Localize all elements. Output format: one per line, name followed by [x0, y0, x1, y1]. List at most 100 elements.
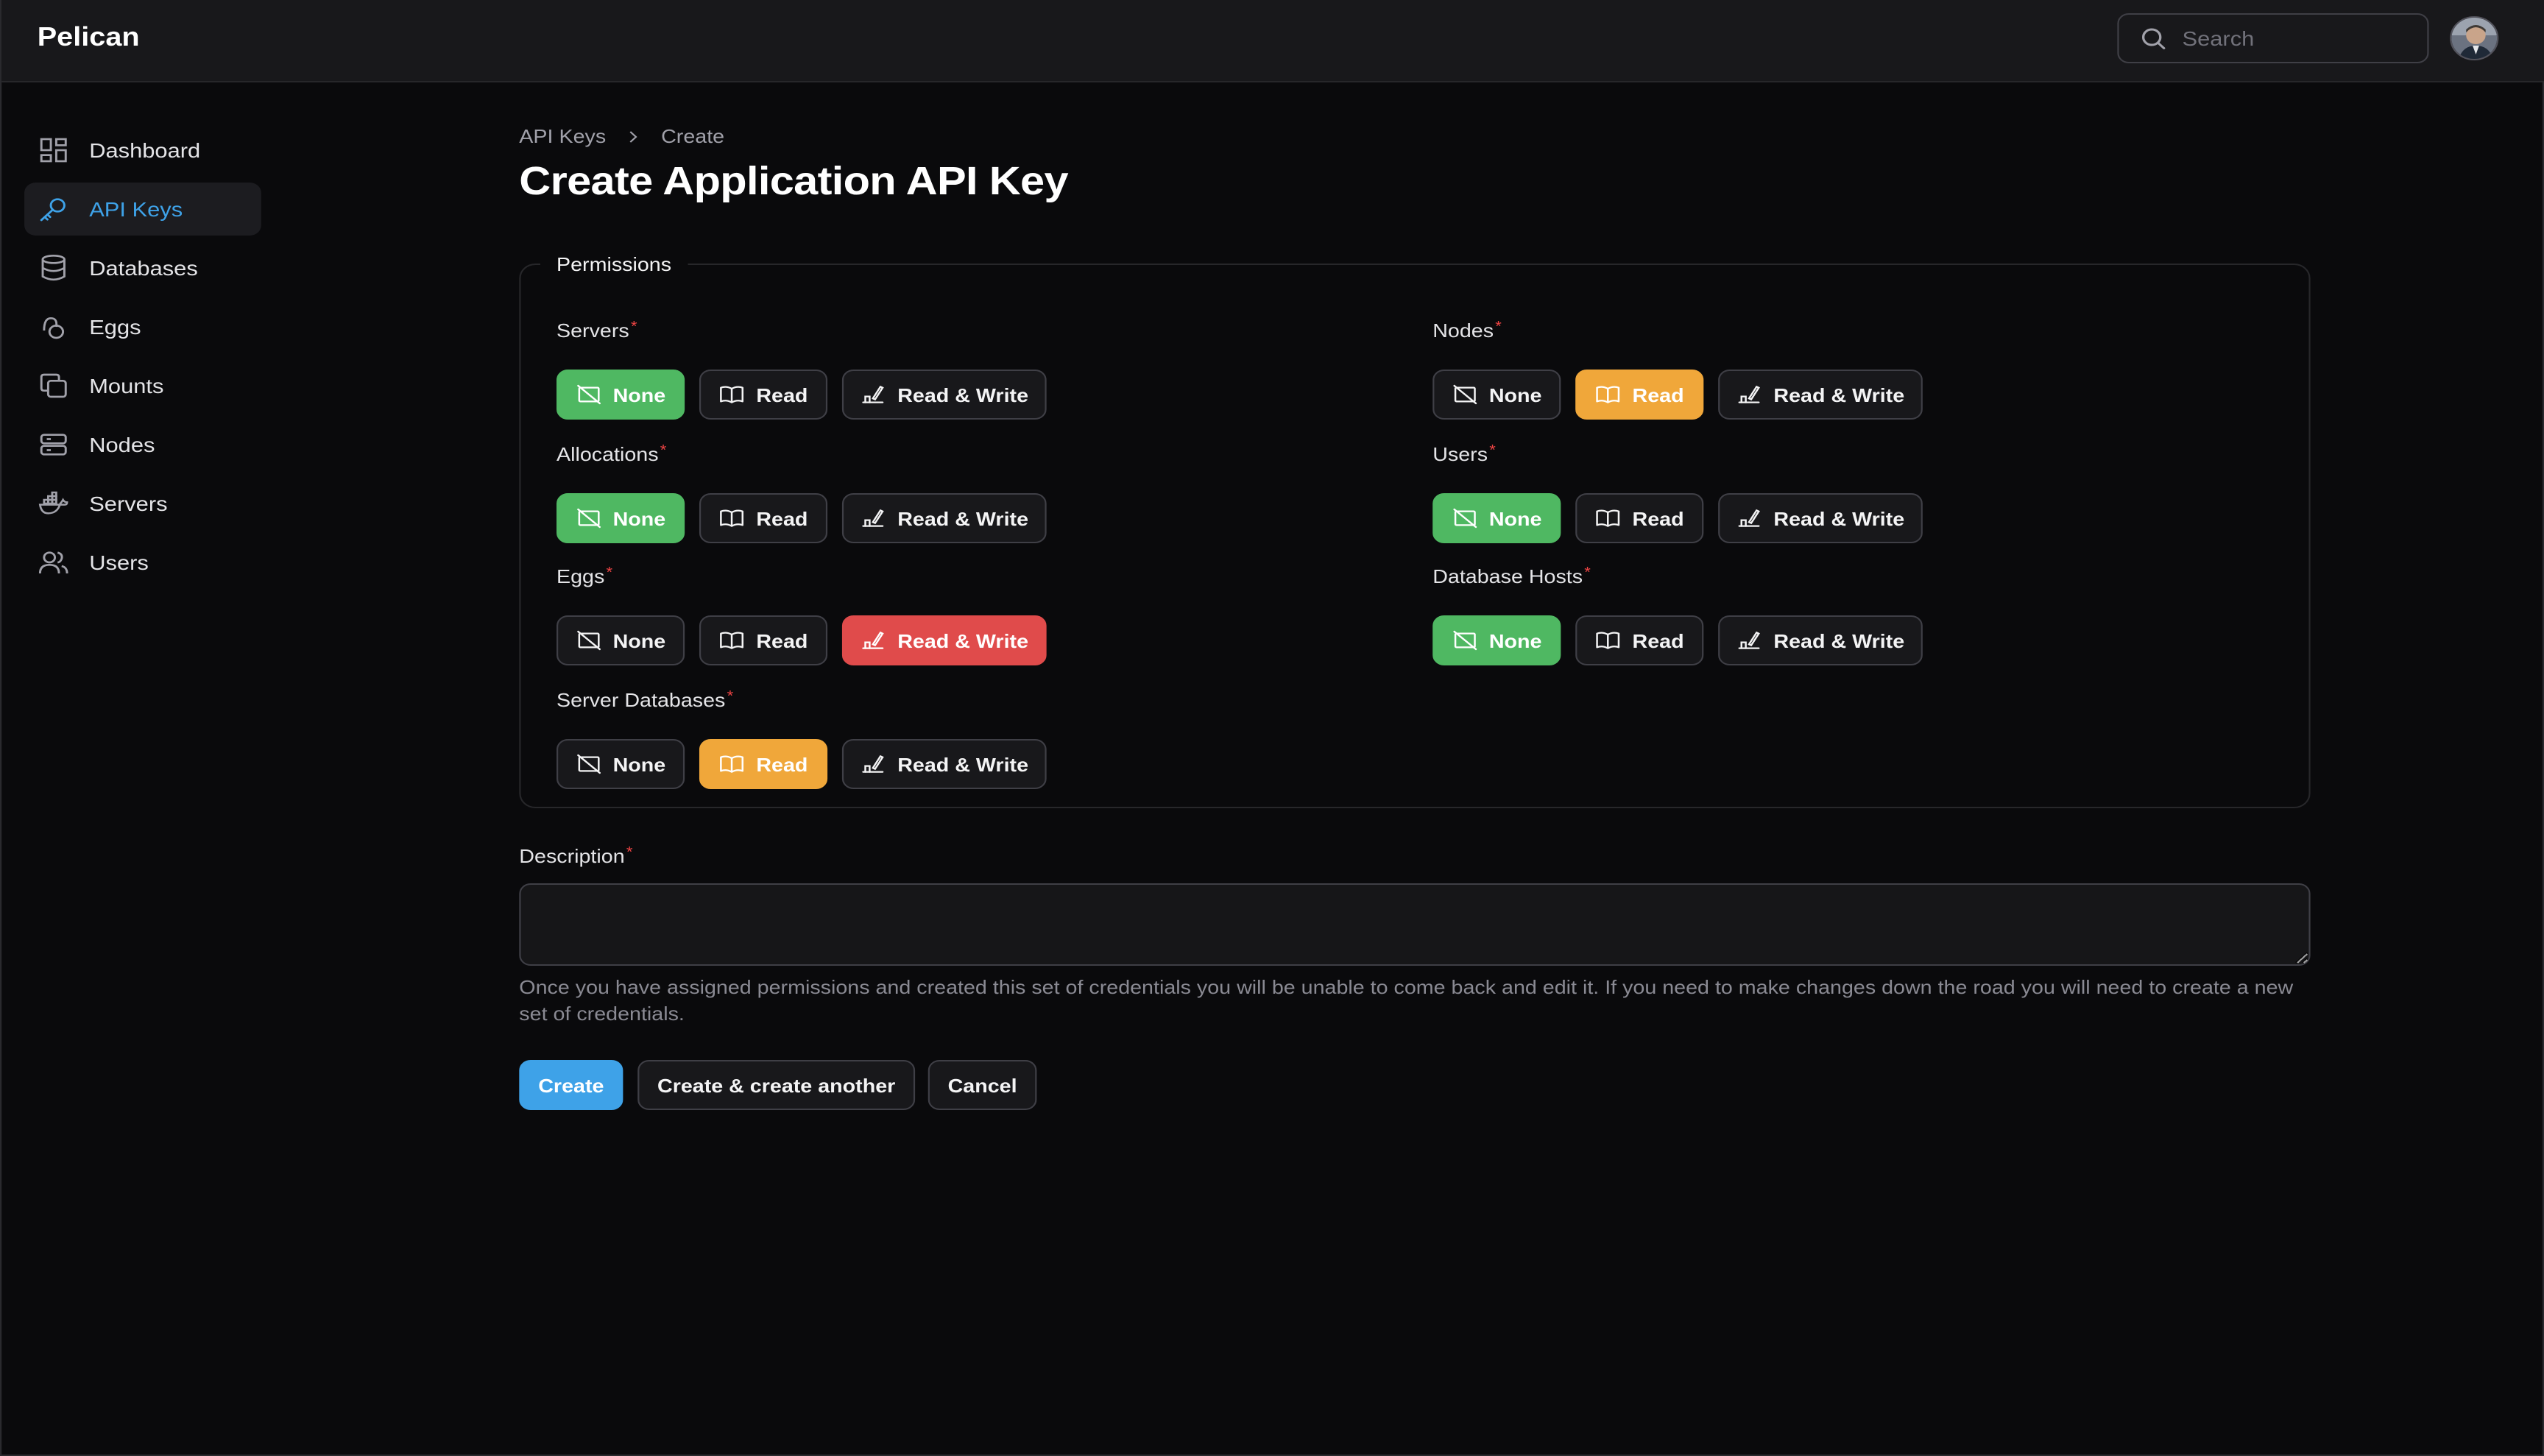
sidebar-item-databases[interactable]: Databases	[24, 241, 261, 294]
permission-option-none[interactable]: None	[1432, 615, 1561, 665]
docker-icon	[38, 491, 68, 515]
sidebar-item-label: Eggs	[89, 315, 141, 339]
permission-option-none[interactable]: None	[556, 370, 685, 420]
sidebar-item-mounts[interactable]: Mounts	[24, 359, 261, 412]
permission-group-label: Users *	[1432, 443, 1496, 465]
sidebar-item-eggs[interactable]: Eggs	[24, 300, 261, 353]
permission-option-label: None	[1488, 629, 1542, 651]
permission-option-read-write[interactable]: Read & Write	[841, 493, 1047, 543]
server-icon	[40, 434, 67, 456]
permission-option-read-write[interactable]: Read & Write	[1718, 370, 1923, 420]
pencil-write-icon	[1738, 385, 1761, 403]
pencil-write-icon	[862, 509, 885, 527]
app-window: Pelican Dashboard API Keys	[0, 0, 2544, 1456]
book-open-icon	[1596, 632, 1620, 649]
book-open-icon	[720, 755, 744, 773]
required-marker: *	[630, 319, 637, 336]
permission-option-none[interactable]: None	[556, 739, 685, 789]
permission-option-label: Read & Write	[897, 753, 1029, 775]
sidebar-item-users[interactable]: Users	[24, 536, 261, 589]
permission-option-read-write[interactable]: Read & Write	[841, 739, 1047, 789]
book-open-icon	[1596, 509, 1620, 527]
permission-option-label: Read	[756, 629, 808, 651]
permission-option-label: Read	[756, 507, 808, 529]
sidebar-item-nodes[interactable]: Nodes	[24, 418, 261, 471]
permission-options: None Read Read & Write	[556, 739, 1061, 789]
eye-off-icon	[576, 384, 601, 405]
breadcrumb-parent[interactable]: API Keys	[519, 125, 606, 147]
permission-option-none[interactable]: None	[1432, 370, 1561, 420]
permission-option-read[interactable]: Read	[699, 493, 828, 543]
breadcrumb: API Keys Create	[519, 125, 724, 147]
sidebar-item-label: Servers	[89, 492, 168, 515]
permission-option-read-write[interactable]: Read & Write	[1718, 493, 1923, 543]
permission-option-read[interactable]: Read	[699, 739, 828, 789]
cancel-button[interactable]: Cancel	[928, 1060, 1037, 1110]
required-marker: *	[1495, 319, 1502, 336]
search-input[interactable]	[2182, 26, 2410, 50]
permission-options: None Read Read & Write	[1432, 615, 1937, 665]
eye-off-icon	[1452, 508, 1477, 529]
permission-option-read[interactable]: Read	[1575, 493, 1704, 543]
description-field[interactable]	[519, 883, 2311, 966]
permission-option-label: None	[612, 753, 666, 775]
permission-group-nodes: Nodes * None Read Read & Write	[1432, 319, 1937, 420]
book-open-icon	[720, 509, 744, 527]
permission-option-read-write[interactable]: Read & Write	[1718, 615, 1923, 665]
permission-option-label: None	[1488, 384, 1542, 406]
sidebar-item-label: Databases	[89, 256, 198, 280]
permission-option-none[interactable]: None	[1432, 493, 1561, 543]
permission-option-label: None	[612, 384, 666, 406]
chevron-right-icon	[623, 127, 643, 145]
brand-logo[interactable]: Pelican	[38, 22, 140, 53]
permission-option-label: None	[612, 629, 666, 651]
permission-group-label: Allocations *	[556, 443, 667, 465]
search-icon	[2141, 28, 2166, 49]
eye-off-icon	[576, 630, 601, 651]
permission-option-read[interactable]: Read	[699, 370, 828, 420]
sidebar-item-servers[interactable]: Servers	[24, 477, 261, 530]
permission-option-label: Read & Write	[897, 629, 1029, 651]
user-avatar-icon	[2451, 18, 2498, 59]
permission-option-none[interactable]: None	[556, 615, 685, 665]
permission-group-users: Users * None Read Read & Write	[1432, 443, 1937, 543]
permission-option-label: Read	[756, 753, 808, 775]
avatar[interactable]	[2450, 16, 2499, 60]
permission-group-label: Eggs *	[556, 565, 613, 587]
sidebar-item-label: Dashboard	[89, 138, 201, 162]
permission-option-read-write[interactable]: Read & Write	[841, 370, 1047, 420]
create-button[interactable]: Create	[519, 1060, 623, 1110]
egg-icon	[43, 317, 65, 339]
permission-option-label: None	[1488, 507, 1542, 529]
sidebar-item-dashboard[interactable]: Dashboard	[24, 124, 261, 177]
book-open-icon	[1596, 386, 1620, 403]
permission-option-read-write[interactable]: Read & Write	[841, 615, 1047, 665]
search-box[interactable]	[2117, 13, 2429, 63]
pencil-write-icon	[862, 385, 885, 403]
required-marker: *	[727, 689, 734, 705]
sidebar-item-label: Users	[89, 551, 149, 574]
pencil-write-icon	[862, 631, 885, 649]
sidebar-item-api-keys[interactable]: API Keys	[24, 183, 261, 236]
permission-option-label: Read & Write	[897, 384, 1029, 406]
pencil-write-icon	[1738, 631, 1761, 649]
permission-option-read[interactable]: Read	[1575, 370, 1704, 420]
permission-group-label: Server Databases *	[556, 689, 734, 711]
eye-off-icon	[1452, 384, 1477, 405]
permission-option-read[interactable]: Read	[1575, 615, 1704, 665]
sidebar-item-label: Mounts	[89, 374, 164, 397]
dashboard-icon	[40, 138, 67, 163]
permission-options: None Read Read & Write	[556, 370, 1061, 420]
permission-group-database-hosts: Database Hosts * None Read Read & Write	[1432, 565, 1937, 665]
permission-option-none[interactable]: None	[556, 493, 685, 543]
permissions-legend: Permissions	[556, 253, 672, 275]
eye-off-icon	[1452, 630, 1477, 651]
breadcrumb-current: Create	[661, 125, 725, 147]
permission-option-label: Read & Write	[897, 507, 1029, 529]
permission-option-read[interactable]: Read	[699, 615, 828, 665]
create-and-create-another-button[interactable]: Create & create another	[637, 1060, 916, 1110]
book-open-icon	[720, 632, 744, 649]
pencil-write-icon	[862, 754, 885, 773]
eye-off-icon	[576, 508, 601, 529]
permission-options: None Read Read & Write	[1432, 370, 1937, 420]
